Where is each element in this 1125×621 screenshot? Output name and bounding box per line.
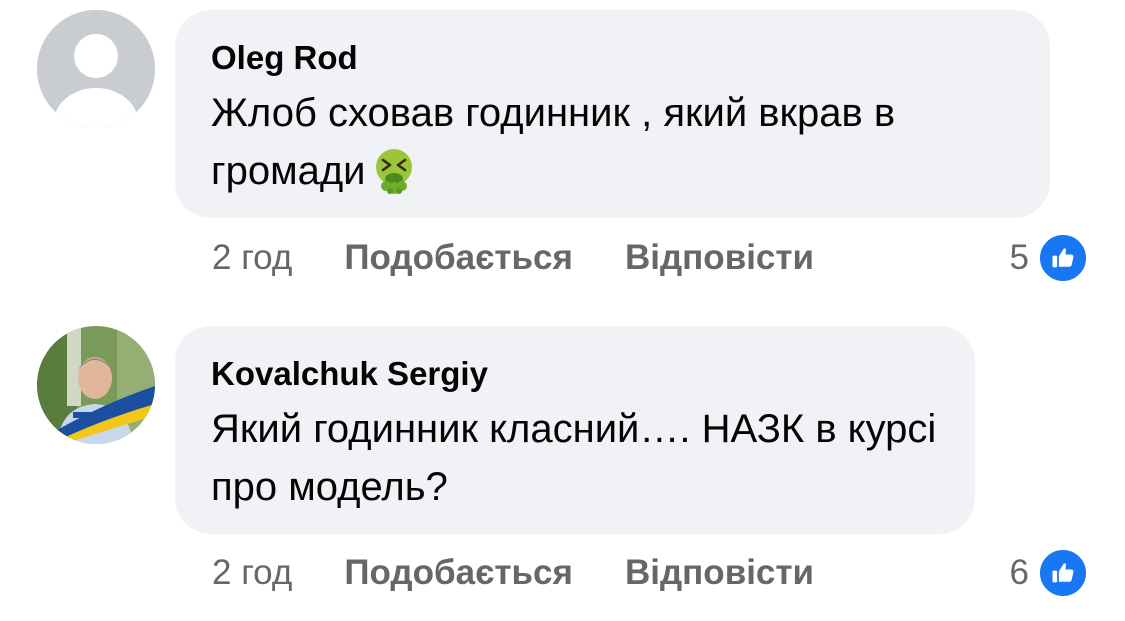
comment-time[interactable]: 2 год <box>212 238 292 278</box>
nauseated-face-icon <box>370 146 418 194</box>
like-reaction-icon <box>1037 232 1089 284</box>
comment-author[interactable]: Oleg Rod <box>211 38 1014 78</box>
default-avatar-icon <box>37 10 155 128</box>
avatar[interactable] <box>37 326 155 444</box>
reply-button[interactable]: Відповісти <box>625 238 814 278</box>
like-button[interactable]: Подобається <box>344 238 573 278</box>
reaction-summary[interactable]: 5 <box>1009 232 1089 284</box>
comment-actions: 2 год Подобається Відповісти <box>212 233 866 283</box>
comment-text-content: Жлоб сховав годинник , який вкрав в гром… <box>211 91 896 193</box>
avatar[interactable] <box>37 10 155 128</box>
comment-bubble: Oleg Rod Жлоб сховав годинник , який вкр… <box>175 10 1050 218</box>
reaction-summary[interactable]: 6 <box>1009 547 1089 599</box>
comment-actions: 2 год Подобається Відповісти <box>212 548 866 598</box>
like-button[interactable]: Подобається <box>344 553 573 593</box>
comment-text: Жлоб сховав годинник , який вкрав в гром… <box>211 84 1014 200</box>
comment-bubble: Kovalchuk Sergiy Який годинник класний….… <box>175 326 975 534</box>
comment-text: Який годинник класний…. НАЗК в курсі про… <box>211 407 937 509</box>
reaction-count: 6 <box>1009 553 1029 592</box>
like-reaction-icon <box>1037 547 1089 599</box>
user-photo-icon <box>37 326 155 444</box>
reaction-count: 5 <box>1009 238 1029 277</box>
reply-button[interactable]: Відповісти <box>625 553 814 593</box>
comment-time[interactable]: 2 год <box>212 553 292 593</box>
comment-author[interactable]: Kovalchuk Sergiy <box>211 354 939 394</box>
